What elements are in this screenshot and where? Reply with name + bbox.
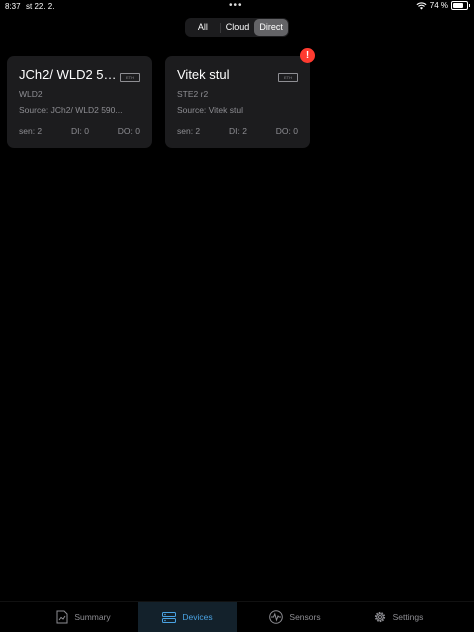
tab-devices-label: Devices (182, 612, 213, 622)
device-stats: sen: 2 DI: 0 DO: 0 (19, 126, 140, 136)
device-title: Vitek stul (177, 67, 230, 82)
device-model: STE2 r2 (177, 89, 209, 99)
device-card[interactable]: Vitek stul ETH STE2 r2 Source: Vitek stu… (165, 48, 315, 148)
battery-icon (451, 1, 470, 10)
devices-icon (162, 611, 177, 623)
filter-cloud[interactable]: Cloud (221, 19, 255, 36)
sensors-icon (269, 610, 284, 624)
device-stats: sen: 2 DI: 2 DO: 0 (177, 126, 298, 136)
tab-bar: Summary Devices Sensors Settings (0, 601, 474, 632)
filter-direct[interactable]: Direct (254, 19, 289, 36)
alert-badge-icon[interactable]: ! (300, 48, 315, 63)
status-time: 8:37 (5, 2, 21, 11)
battery-percent: 74 % (429, 1, 448, 10)
sensor-count: sen: 2 (19, 126, 43, 136)
digital-input-count: DI: 2 (229, 126, 247, 136)
tab-summary[interactable]: Summary (30, 602, 137, 632)
tab-sensors-label: Sensors (289, 612, 321, 622)
sensor-count: sen: 2 (177, 126, 201, 136)
network-tag-icon: ETH (120, 73, 140, 82)
status-right: 74 % (416, 1, 470, 10)
tab-settings-label: Settings (392, 612, 424, 622)
device-source: Source: JCh2/ WLD2 590... (19, 105, 123, 115)
tab-sensors[interactable]: Sensors (255, 602, 335, 632)
wifi-icon (416, 1, 427, 10)
digital-output-count: DO: 0 (275, 126, 298, 136)
network-tag-icon: ETH (278, 73, 298, 82)
tab-summary-label: Summary (74, 612, 111, 622)
status-date: st 22. 2. (26, 2, 55, 11)
device-title: JCh2/ WLD2 590... (19, 67, 119, 82)
status-bar: 8:37 st 22. 2. ••• 74 % (0, 0, 474, 14)
summary-icon (56, 610, 68, 624)
filter-all[interactable]: All (186, 19, 220, 36)
settings-icon (374, 611, 385, 623)
digital-input-count: DI: 0 (71, 126, 89, 136)
device-card[interactable]: JCh2/ WLD2 590... ETH WLD2 Source: JCh2/… (7, 56, 152, 148)
digital-output-count: DO: 0 (117, 126, 140, 136)
device-model: WLD2 (19, 89, 43, 99)
device-source: Source: Vitek stul (177, 105, 243, 115)
tab-settings[interactable]: Settings (358, 602, 438, 632)
multitasking-dots-icon[interactable]: ••• (229, 0, 243, 11)
source-filter: All Cloud Direct (185, 18, 289, 37)
tab-devices[interactable]: Devices (138, 602, 237, 632)
